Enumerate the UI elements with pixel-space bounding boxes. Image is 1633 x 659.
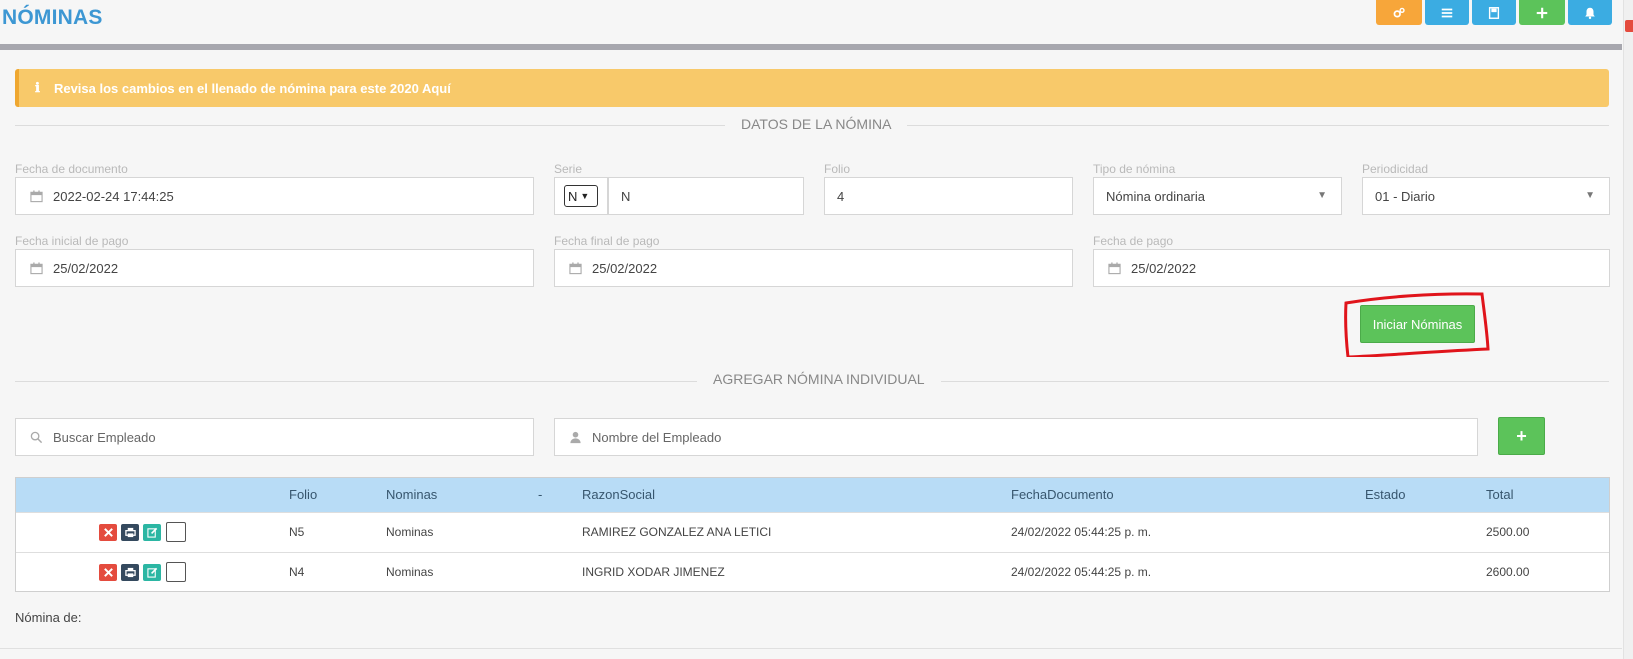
notifications-button[interactable] bbox=[1568, 0, 1612, 25]
fecha-documento-cell: 24/02/2022 05:44:25 p. m. bbox=[1011, 525, 1152, 539]
folio-label: Folio bbox=[824, 162, 851, 176]
column-header[interactable]: Total bbox=[1486, 487, 1513, 502]
edit-button[interactable] bbox=[143, 524, 161, 541]
fecha-inicial-input[interactable]: 25/02/2022 bbox=[15, 249, 534, 287]
nominas-cell: Nominas bbox=[386, 565, 434, 579]
highlight-annotation bbox=[1344, 292, 1490, 357]
list-button[interactable] bbox=[1425, 0, 1469, 25]
section-title-individual: AGREGAR NÓMINA INDIVIDUAL bbox=[697, 371, 941, 387]
serie-select[interactable]: N ▼ bbox=[564, 185, 598, 207]
fecha-documento-input[interactable]: 2022-02-24 17:44:25 bbox=[15, 177, 534, 215]
cogs-icon bbox=[1393, 7, 1405, 18]
calendar-icon bbox=[30, 189, 43, 202]
add-button[interactable] bbox=[1519, 0, 1565, 25]
fecha-final-input[interactable]: 25/02/2022 bbox=[554, 249, 1073, 287]
table-header: Folio Nominas - RazonSocial FechaDocumen… bbox=[16, 478, 1609, 512]
bottom-divider bbox=[0, 648, 1622, 649]
table-row: N5 Nominas RAMIREZ GONZALEZ ANA LETICI 2… bbox=[16, 512, 1609, 552]
serie-value: N bbox=[621, 188, 631, 204]
delete-button[interactable] bbox=[99, 564, 117, 581]
fecha-pago-label: Fecha de pago bbox=[1093, 234, 1174, 248]
print-icon bbox=[124, 527, 136, 538]
periodicidad-select[interactable]: 01 - Diario ▼ bbox=[1362, 177, 1610, 215]
nombre-empleado-placeholder: Nombre del Empleado bbox=[592, 429, 722, 445]
caret-down-icon: ▼ bbox=[1317, 190, 1327, 201]
page-title: NÓMINAS bbox=[2, 6, 103, 29]
fecha-inicial-label: Fecha inicial de pago bbox=[15, 234, 129, 248]
periodicidad-value: 01 - Diario bbox=[1375, 188, 1435, 204]
fecha-pago-value: 25/02/2022 bbox=[1131, 260, 1197, 276]
print-button[interactable] bbox=[121, 524, 139, 541]
section-title-datos: DATOS DE LA NÓMINA bbox=[725, 116, 908, 132]
add-employee-button[interactable]: + bbox=[1498, 417, 1545, 455]
print-button[interactable] bbox=[121, 564, 139, 581]
buscar-empleado-placeholder: Buscar Empleado bbox=[53, 429, 156, 445]
print-icon bbox=[124, 567, 136, 578]
edit-icon bbox=[146, 567, 157, 578]
column-header[interactable]: FechaDocumento bbox=[1011, 487, 1114, 502]
nomina-de-label: Nómina de: bbox=[15, 610, 82, 625]
top-bar: NÓMINAS bbox=[0, 0, 1633, 44]
column-header[interactable]: - bbox=[538, 487, 542, 502]
edit-button[interactable] bbox=[143, 564, 161, 581]
notification-badge bbox=[1625, 20, 1633, 32]
row-checkbox[interactable] bbox=[166, 562, 186, 582]
serie-select-value: N bbox=[568, 188, 578, 204]
list-icon bbox=[1441, 8, 1453, 17]
fecha-documento-value: 2022-02-24 17:44:25 bbox=[53, 188, 174, 204]
save-button[interactable] bbox=[1472, 0, 1516, 25]
close-icon bbox=[103, 568, 113, 577]
calendar-icon bbox=[1108, 261, 1121, 274]
edit-icon bbox=[146, 527, 157, 538]
folio-cell: N5 bbox=[289, 525, 305, 539]
tipo-nomina-value: Nómina ordinaria bbox=[1106, 188, 1205, 204]
column-header[interactable]: Estado bbox=[1365, 487, 1405, 502]
periodicidad-label: Periodicidad bbox=[1362, 162, 1429, 176]
serie-input[interactable]: N bbox=[608, 177, 804, 215]
column-header[interactable]: Nominas bbox=[386, 487, 437, 502]
total-cell: 2500.00 bbox=[1486, 525, 1530, 539]
settings-button[interactable] bbox=[1376, 0, 1422, 25]
chevron-down-icon: ▼ bbox=[580, 191, 590, 201]
bell-icon bbox=[1585, 7, 1595, 19]
fecha-final-value: 25/02/2022 bbox=[592, 260, 658, 276]
tipo-nomina-label: Tipo de nómina bbox=[1093, 162, 1176, 176]
delete-button[interactable] bbox=[99, 524, 117, 541]
save-icon bbox=[1488, 6, 1500, 19]
nombre-empleado-input[interactable]: Nombre del Empleado bbox=[554, 418, 1478, 456]
folio-cell: N4 bbox=[289, 565, 305, 579]
calendar-icon bbox=[569, 261, 582, 274]
nominas-cell: Nominas bbox=[386, 525, 434, 539]
scrollbar[interactable] bbox=[1623, 0, 1633, 659]
fecha-documento-label: Fecha de documento bbox=[15, 162, 128, 176]
total-cell: 2600.00 bbox=[1486, 565, 1530, 579]
user-icon bbox=[570, 431, 581, 443]
close-icon bbox=[103, 528, 113, 537]
nominas-table: Folio Nominas - RazonSocial FechaDocumen… bbox=[15, 477, 1610, 592]
tipo-nomina-select[interactable]: Nómina ordinaria ▼ bbox=[1093, 177, 1342, 215]
search-icon bbox=[30, 431, 43, 443]
fecha-documento-cell: 24/02/2022 05:44:25 p. m. bbox=[1011, 565, 1152, 579]
info-icon: ℹ bbox=[35, 80, 40, 95]
column-header[interactable]: RazonSocial bbox=[582, 487, 655, 502]
serie-label: Serie bbox=[554, 162, 583, 176]
column-header[interactable]: Folio bbox=[289, 487, 317, 502]
fecha-final-label: Fecha final de pago bbox=[554, 234, 660, 248]
row-checkbox[interactable] bbox=[166, 522, 186, 542]
plus-icon bbox=[1536, 7, 1548, 18]
fecha-pago-input[interactable]: 25/02/2022 bbox=[1093, 249, 1610, 287]
razon-social-cell: RAMIREZ GONZALEZ ANA LETICI bbox=[582, 525, 772, 539]
fecha-inicial-value: 25/02/2022 bbox=[53, 260, 119, 276]
calendar-icon bbox=[30, 261, 43, 274]
buscar-empleado-input[interactable]: Buscar Empleado bbox=[15, 418, 534, 456]
header-divider bbox=[0, 44, 1622, 50]
folio-input[interactable]: 4 bbox=[824, 177, 1073, 215]
table-row: N4 Nominas INGRID XODAR JIMENEZ 24/02/20… bbox=[16, 552, 1609, 592]
razon-social-cell: INGRID XODAR JIMENEZ bbox=[582, 565, 725, 579]
info-alert: ℹ Revisa los cambios en el llenado de nó… bbox=[15, 69, 1609, 107]
alert-text[interactable]: Revisa los cambios en el llenado de nómi… bbox=[54, 81, 451, 96]
caret-down-icon: ▼ bbox=[1585, 190, 1595, 201]
folio-value: 4 bbox=[837, 188, 845, 204]
